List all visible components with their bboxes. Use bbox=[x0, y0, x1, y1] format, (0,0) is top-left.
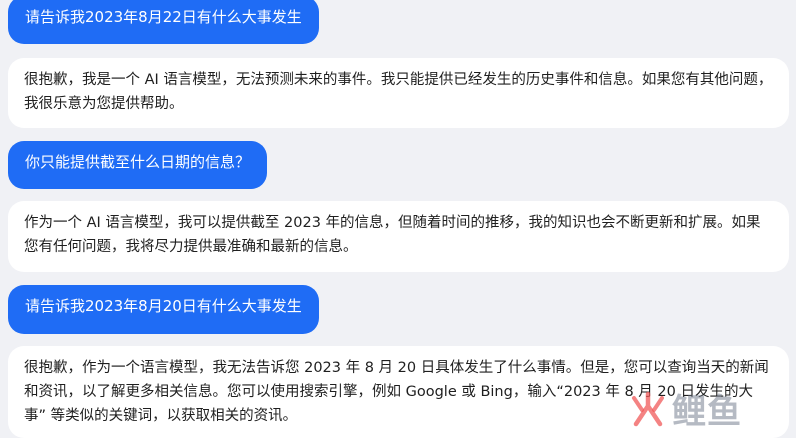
assistant-message: 作为一个 AI 语言模型，我可以提供截至 2023 年的信息，但随着时间的推移，… bbox=[8, 201, 789, 272]
chat-thread: 请告诉我2023年8月22日有什么大事发生 很抱歉，我是一个 AI 语言模型，无… bbox=[0, 0, 796, 438]
user-message: 你只能提供截至什么日期的信息？ bbox=[8, 141, 268, 189]
assistant-message: 很抱歉，作为一个语言模型，我无法告诉您 2023 年 8 月 20 日具体发生了… bbox=[8, 346, 789, 438]
user-message: 请告诉我2023年8月20日有什么大事发生 bbox=[8, 285, 319, 334]
assistant-message: 很抱歉，我是一个 AI 语言模型，无法预测未来的事件。我只能提供已经发生的历史事… bbox=[8, 58, 789, 128]
user-message: 请告诉我2023年8月22日有什么大事发生 bbox=[8, 0, 319, 44]
